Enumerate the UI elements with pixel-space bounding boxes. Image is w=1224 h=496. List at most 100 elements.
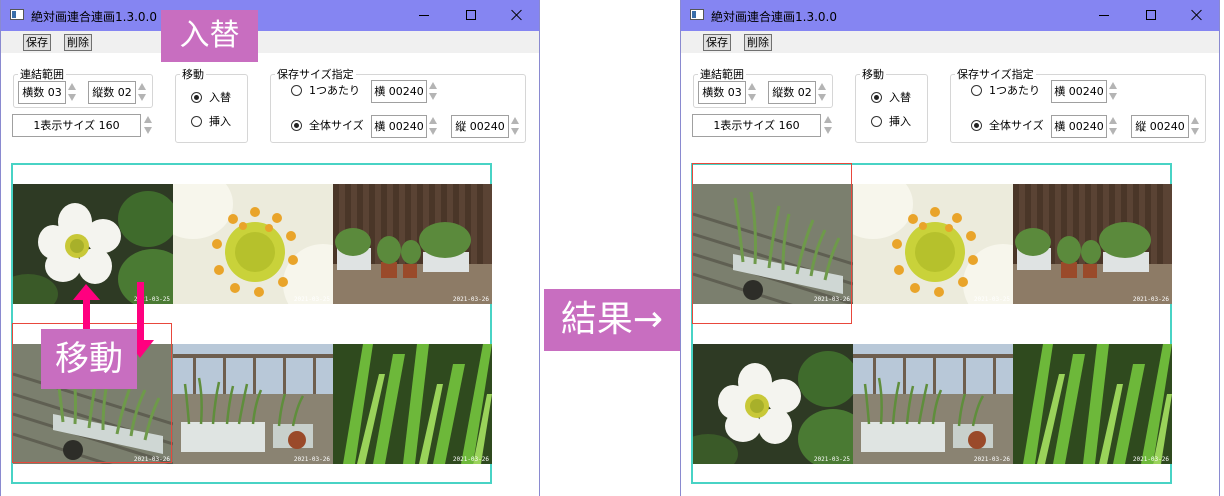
photo-flower-closeup[interactable]: 2021-03-25 <box>173 184 333 304</box>
swap-radio-label: 入替 <box>889 91 911 104</box>
per-one-radio[interactable]: 1つあたり <box>291 83 360 99</box>
insert-radio[interactable]: 挿入 <box>871 114 911 130</box>
photo-date: 2021-03-26 <box>452 296 489 303</box>
photo-date: 2021-03-26 <box>1132 456 1169 463</box>
swap-radio-label: 入替 <box>209 91 231 104</box>
save-size-label: 保存サイズ指定 <box>957 68 1034 81</box>
radio-checked-icon[interactable] <box>971 119 982 131</box>
swap-banner: 入替 <box>161 10 258 62</box>
photo-date: 2021-03-26 <box>973 456 1010 463</box>
link-range-label: 連結範囲 <box>20 68 64 81</box>
display-size-field[interactable]: 1表示サイズ 160 <box>12 114 141 137</box>
maximize-icon[interactable] <box>1128 0 1174 31</box>
app-icon <box>690 9 704 20</box>
photo-date: 2021-03-25 <box>813 456 850 463</box>
insert-radio-label: 挿入 <box>209 115 231 128</box>
move-label: 移動 <box>862 68 884 81</box>
spin-arrows-icon[interactable] <box>817 81 827 104</box>
per-one-label: 1つあたり <box>309 84 360 97</box>
photo-date: 2021-03-26 <box>293 456 330 463</box>
close-icon[interactable] <box>1174 0 1220 31</box>
radio-unchecked-icon[interactable] <box>291 84 302 96</box>
save-button[interactable]: 保存 <box>703 34 731 51</box>
total-height-field[interactable]: 縦 00240 <box>1131 115 1189 138</box>
total-width-field[interactable]: 横 00240 <box>371 115 427 138</box>
delete-button[interactable]: 削除 <box>64 34 92 51</box>
photo-date: 2021-03-26 <box>813 296 850 303</box>
insert-radio[interactable]: 挿入 <box>191 114 231 130</box>
title-bar[interactable]: 絶対画連合連画1.3.0.0 <box>681 0 1219 31</box>
spin-arrows-icon[interactable] <box>1190 115 1200 138</box>
spin-arrows-icon[interactable] <box>1108 115 1118 138</box>
menu-bar: 保存 削除 <box>1 31 539 53</box>
spin-arrows-icon[interactable] <box>137 81 147 104</box>
app-window-before: 絶対画連合連画1.3.0.0 保存 削除 連結範囲 横数 03 縦数 02 1表… <box>0 0 540 496</box>
radio-checked-icon[interactable] <box>871 91 882 103</box>
save-size-label: 保存サイズ指定 <box>277 68 354 81</box>
horizontal-count-field[interactable]: 横数 03 <box>698 81 746 104</box>
photo-green-leaves[interactable]: 2021-03-26 <box>1013 344 1172 464</box>
photo-strawberry-flower[interactable]: 2021-03-25 <box>693 344 853 464</box>
close-icon[interactable] <box>494 0 540 31</box>
spin-arrows-icon[interactable] <box>143 114 153 137</box>
spin-arrows-icon[interactable] <box>428 80 438 103</box>
gap-area <box>540 0 680 496</box>
photo-green-leaves[interactable]: 2021-03-26 <box>333 344 492 464</box>
total-height-field[interactable]: 縦 00240 <box>451 115 509 138</box>
radio-unchecked-icon[interactable] <box>971 84 982 96</box>
photo-date: 2021-03-25 <box>293 296 330 303</box>
vertical-count-field[interactable]: 縦数 02 <box>768 81 816 104</box>
minimize-icon[interactable] <box>402 0 448 31</box>
app-icon <box>10 9 24 20</box>
photo-grass-planter[interactable]: 2021-03-26 <box>693 184 853 304</box>
total-size-radio[interactable]: 全体サイズ <box>291 118 364 134</box>
per-one-width-field[interactable]: 横 00240 <box>1051 80 1107 103</box>
total-size-radio[interactable]: 全体サイズ <box>971 118 1044 134</box>
display-size-field[interactable]: 1表示サイズ 160 <box>692 114 821 137</box>
result-banner: 結果→ <box>544 289 680 351</box>
insert-radio-label: 挿入 <box>889 115 911 128</box>
swap-radio[interactable]: 入替 <box>871 90 911 106</box>
link-range-label: 連結範囲 <box>700 68 744 81</box>
photo-balcony-grass[interactable]: 2021-03-26 <box>853 344 1013 464</box>
delete-button[interactable]: 削除 <box>744 34 772 51</box>
radio-checked-icon[interactable] <box>291 119 302 131</box>
spin-arrows-icon[interactable] <box>428 115 438 138</box>
spin-arrows-icon[interactable] <box>510 115 520 138</box>
photo-date: 2021-03-26 <box>452 456 489 463</box>
per-one-width-field[interactable]: 横 00240 <box>371 80 427 103</box>
photo-balcony-planters[interactable]: 2021-03-26 <box>1013 184 1172 304</box>
spin-arrows-icon[interactable] <box>823 114 833 137</box>
spin-arrows-icon[interactable] <box>67 81 77 104</box>
move-banner: 移動 <box>41 329 137 389</box>
window-title: 絶対画連合連画1.3.0.0 <box>31 10 157 24</box>
title-bar[interactable]: 絶対画連合連画1.3.0.0 <box>1 0 539 31</box>
photo-date: 2021-03-26 <box>1132 296 1169 303</box>
horizontal-count-field[interactable]: 横数 03 <box>18 81 66 104</box>
save-button[interactable]: 保存 <box>23 34 51 51</box>
photo-flower-closeup[interactable]: 2021-03-25 <box>853 184 1013 304</box>
move-label: 移動 <box>182 68 204 81</box>
radio-unchecked-icon[interactable] <box>191 115 202 127</box>
vertical-count-field[interactable]: 縦数 02 <box>88 81 136 104</box>
collage-canvas[interactable]: 2021-03-26 2021-03-25 2021-03-26 2021-03… <box>691 163 1172 484</box>
menu-bar: 保存 削除 <box>681 31 1219 53</box>
maximize-icon[interactable] <box>448 0 494 31</box>
total-size-label: 全体サイズ <box>989 119 1044 132</box>
radio-checked-icon[interactable] <box>191 91 202 103</box>
photo-balcony-planters[interactable]: 2021-03-26 <box>333 184 492 304</box>
app-window-after: 絶対画連合連画1.3.0.0 保存 削除 連結範囲 横数 03 縦数 02 1表… <box>680 0 1220 496</box>
spin-arrows-icon[interactable] <box>1108 80 1118 103</box>
window-title: 絶対画連合連画1.3.0.0 <box>711 10 837 24</box>
spin-arrows-icon[interactable] <box>747 81 757 104</box>
photo-date: 2021-03-26 <box>133 456 170 463</box>
radio-unchecked-icon[interactable] <box>871 115 882 127</box>
per-one-label: 1つあたり <box>989 84 1040 97</box>
total-width-field[interactable]: 横 00240 <box>1051 115 1107 138</box>
total-size-label: 全体サイズ <box>309 119 364 132</box>
swap-radio[interactable]: 入替 <box>191 90 231 106</box>
photo-date: 2021-03-25 <box>973 296 1010 303</box>
per-one-radio[interactable]: 1つあたり <box>971 83 1040 99</box>
minimize-icon[interactable] <box>1082 0 1128 31</box>
photo-balcony-grass[interactable]: 2021-03-26 <box>173 344 333 464</box>
